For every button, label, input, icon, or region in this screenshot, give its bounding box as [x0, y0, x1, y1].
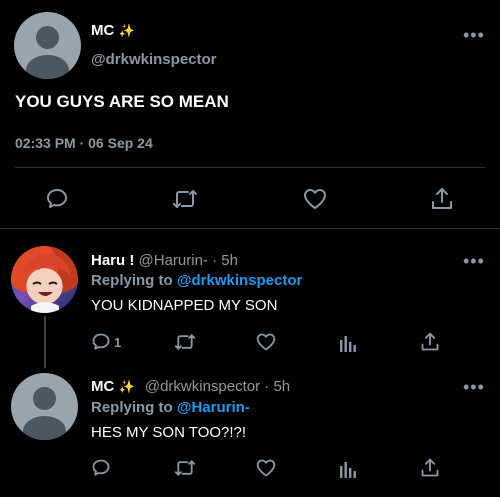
retweet-icon[interactable]: [172, 187, 198, 211]
reply-icon[interactable]: [91, 458, 111, 478]
like-heart-icon[interactable]: [302, 187, 328, 211]
reply-author-avatar[interactable]: [11, 246, 78, 313]
main-tweet-divider: [0, 228, 500, 229]
reply-icon[interactable]: [91, 332, 111, 352]
reply-2-text: HES MY SON TOO?!?!: [91, 424, 247, 441]
main-tweet-text: YOU GUYS ARE SO MEAN: [15, 92, 229, 111]
reply-2-handle[interactable]: @drkwkinspector: [145, 378, 260, 395]
replying-to-label: Replying to: [91, 399, 173, 416]
reply-2-author-name[interactable]: MC: [91, 378, 114, 395]
reply-1-text: YOU KIDNAPPED MY SON: [91, 297, 278, 314]
more-horizontal-icon[interactable]: •••: [463, 252, 485, 270]
default-avatar-body: [23, 416, 66, 440]
main-author-name[interactable]: MC: [91, 22, 114, 39]
timestamp-divider: [15, 167, 485, 168]
reply-2-replying-to: Replying to @Harurin-: [91, 399, 250, 416]
anime-character-portrait: [21, 253, 71, 313]
analytics-icon[interactable]: [339, 332, 357, 352]
default-avatar-body: [26, 55, 69, 79]
sparkles-icon: ✨: [118, 379, 135, 394]
analytics-icon[interactable]: [339, 458, 357, 478]
reply-count: 1: [114, 335, 122, 350]
default-avatar-head: [36, 26, 59, 49]
replying-to-handle-link[interactable]: @Harurin-: [177, 399, 250, 416]
share-icon[interactable]: [430, 186, 454, 212]
default-avatar-head: [33, 387, 56, 410]
reply-1-author-name[interactable]: Haru !: [91, 252, 134, 269]
share-icon[interactable]: [420, 457, 440, 479]
retweet-icon[interactable]: [174, 458, 196, 478]
reply-2-author-avatar[interactable]: [11, 373, 78, 440]
like-heart-icon[interactable]: [255, 458, 277, 478]
reply-1-header: Haru ! @Harurin- · 5h: [91, 252, 238, 269]
sparkles-icon: ✨: [118, 23, 135, 38]
reply-icon[interactable]: [45, 187, 69, 211]
main-author-handle[interactable]: @drkwkinspector: [91, 51, 217, 68]
reply-1-time[interactable]: · 5h: [212, 252, 238, 269]
main-tweet-timestamp[interactable]: 02:33 PM · 06 Sep 24: [15, 135, 153, 151]
retweet-icon[interactable]: [174, 332, 196, 352]
share-icon[interactable]: [420, 331, 440, 353]
reply-1-replying-to: Replying to @drkwkinspector: [91, 272, 302, 289]
replying-to-label: Replying to: [91, 272, 173, 289]
more-horizontal-icon[interactable]: •••: [463, 378, 485, 396]
main-author-avatar[interactable]: [14, 12, 81, 79]
reply-2-header: MC ✨ @drkwkinspector · 5h: [91, 378, 290, 395]
thread-connector-line: [44, 316, 46, 368]
replying-to-handle-link[interactable]: @drkwkinspector: [177, 272, 303, 289]
reply-1-handle[interactable]: @Harurin-: [139, 252, 208, 269]
like-heart-icon[interactable]: [255, 332, 277, 352]
reply-2-time[interactable]: · 5h: [264, 378, 290, 395]
more-horizontal-icon[interactable]: •••: [463, 26, 485, 44]
main-author-line: MC ✨: [91, 22, 135, 39]
